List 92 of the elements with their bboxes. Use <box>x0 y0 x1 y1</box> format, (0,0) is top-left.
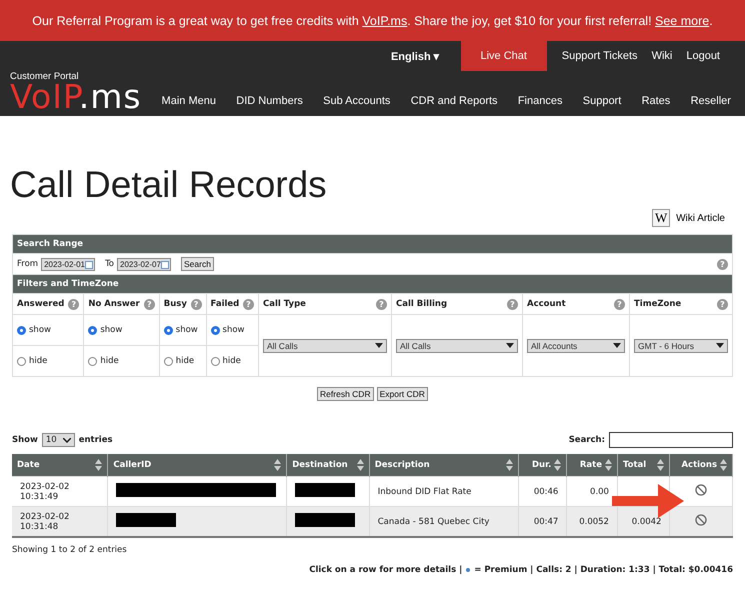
from-date-field[interactable]: 2023-02-01 <box>41 258 96 270</box>
sort-icon[interactable] <box>274 459 282 471</box>
to-label: To <box>105 259 114 269</box>
radio-button[interactable] <box>164 356 173 366</box>
sort-icon[interactable] <box>356 459 364 471</box>
entries-info: Showing 1 to 2 of 2 entries <box>12 545 128 555</box>
main-nav-item[interactable]: Support <box>582 95 622 107</box>
summary-text: = Premium | Calls: 2 | Duration: 1:33 | Total: $0.00416 <box>474 565 733 575</box>
sort-icon[interactable] <box>720 459 727 471</box>
total-cell: 0.0042 <box>632 516 662 526</box>
filter-label: TimeZone <box>634 299 682 309</box>
show-label: Show <box>12 435 38 445</box>
main-nav-item[interactable]: CDR and Reports <box>410 95 498 107</box>
search-label: Search: <box>568 435 605 445</box>
calendar-icon[interactable] <box>161 260 170 268</box>
filter-dropdown[interactable]: All Calls <box>396 338 518 352</box>
date-cell-text: 2023-02-02 10:31:48 <box>20 512 70 532</box>
filter-label: Call Type <box>263 299 306 309</box>
entries-label: entries <box>78 435 113 445</box>
page-title: Call Detail Records <box>10 164 328 206</box>
section-header: Filters and TimeZone <box>12 274 732 294</box>
radio-button[interactable] <box>164 326 173 334</box>
wiki-article-link[interactable]: Wiki Article <box>676 212 725 224</box>
see-more-link[interactable]: See more <box>655 14 710 28</box>
filter-label: No Answer <box>88 299 140 309</box>
filter-label: Account <box>527 299 566 309</box>
radio-button[interactable] <box>88 326 98 334</box>
rate-cell: 0.00 <box>590 486 609 496</box>
logo[interactable]: VoIP.ms <box>10 82 142 112</box>
live-chat-button[interactable]: Live Chat <box>460 41 547 71</box>
to-date-field[interactable]: 2023-02-07 <box>117 258 172 270</box>
rate-cell: 0.0052 <box>579 516 609 526</box>
caret-icon <box>716 343 724 348</box>
sort-icon[interactable] <box>604 459 612 471</box>
filter-label: Answered <box>17 299 64 309</box>
description-cell: Canada - 581 Quebec City <box>378 516 490 526</box>
blocked-icon[interactable] <box>695 514 708 526</box>
referral-link[interactable]: VoIP.ms <box>362 14 408 28</box>
calendar-icon[interactable] <box>85 260 94 268</box>
main-nav-item[interactable]: Finances <box>518 95 562 107</box>
radio-button[interactable] <box>210 356 220 366</box>
from-label: From <box>17 259 38 269</box>
blocked-icon[interactable] <box>695 484 708 496</box>
radio-button[interactable] <box>88 356 98 366</box>
date-cell-text: 2023-02-02 10:31:49 <box>20 482 70 502</box>
portal-caption: Customer Portal <box>10 72 80 81</box>
main-nav-item[interactable]: Rates <box>642 95 670 107</box>
main-nav-item[interactable]: Main Menu <box>162 95 216 107</box>
filter-dropdown[interactable]: All Accounts <box>527 338 625 352</box>
referral-banner-text: Our Referral Program is a great way to get free credits with VoIP.ms. Share the joy, get $10 for your first referral! See more. <box>32 14 713 28</box>
duration-cell: 00:46 <box>534 486 558 496</box>
main-nav-item[interactable]: DID Numbers <box>236 95 303 107</box>
column-header[interactable]: Description <box>374 460 430 470</box>
radio-button[interactable] <box>17 356 26 366</box>
caret-icon <box>375 343 383 348</box>
top-nav-link[interactable]: Logout <box>679 41 727 71</box>
column-header[interactable]: CallerID <box>113 460 152 470</box>
duration-cell: 00:47 <box>534 516 558 526</box>
filter-label: Call Billing <box>396 299 448 309</box>
language-dropdown[interactable]: English ▾ <box>384 41 447 71</box>
radio-button[interactable] <box>210 326 220 334</box>
sort-icon[interactable] <box>554 459 562 471</box>
caret-icon <box>506 343 514 348</box>
filter-label: Failed <box>210 299 240 309</box>
column-header[interactable]: Date <box>17 460 40 470</box>
top-nav-link[interactable]: Wiki <box>644 41 680 71</box>
top-nav-link[interactable]: Support Tickets <box>554 41 645 71</box>
sort-icon[interactable] <box>95 459 102 471</box>
filter-dropdown[interactable]: All Calls <box>263 338 387 352</box>
filter-label: Busy <box>164 299 187 309</box>
wiki-icon[interactable]: W <box>652 209 670 227</box>
summary-text: Click on a row for more details | <box>309 565 462 575</box>
description-cell: Inbound DID Flat Rate <box>378 486 472 496</box>
sort-icon[interactable] <box>657 459 664 471</box>
filter-dropdown[interactable]: GMT - 6 Hours <box>634 338 728 352</box>
arrow-annotation <box>612 484 684 518</box>
redaction-bar <box>295 483 356 497</box>
redaction-bar <box>116 513 176 527</box>
main-nav-item[interactable]: Reseller <box>690 95 731 107</box>
page-size-dropdown[interactable]: 10 <box>42 433 75 447</box>
search-field[interactable] <box>609 432 733 448</box>
radio-button[interactable] <box>17 326 26 334</box>
main-nav-item[interactable]: Sub Accounts <box>323 95 390 107</box>
redaction-bar <box>295 513 356 527</box>
sort-icon[interactable] <box>506 459 513 471</box>
caret-icon <box>613 343 621 348</box>
action-button[interactable]: Export CDR <box>376 387 428 401</box>
section-header: Search Range <box>12 234 732 254</box>
action-button[interactable]: Refresh CDR <box>317 387 374 401</box>
premium-dot-icon <box>466 568 470 572</box>
search-button[interactable]: Search <box>181 257 214 271</box>
caret-icon <box>62 438 71 442</box>
